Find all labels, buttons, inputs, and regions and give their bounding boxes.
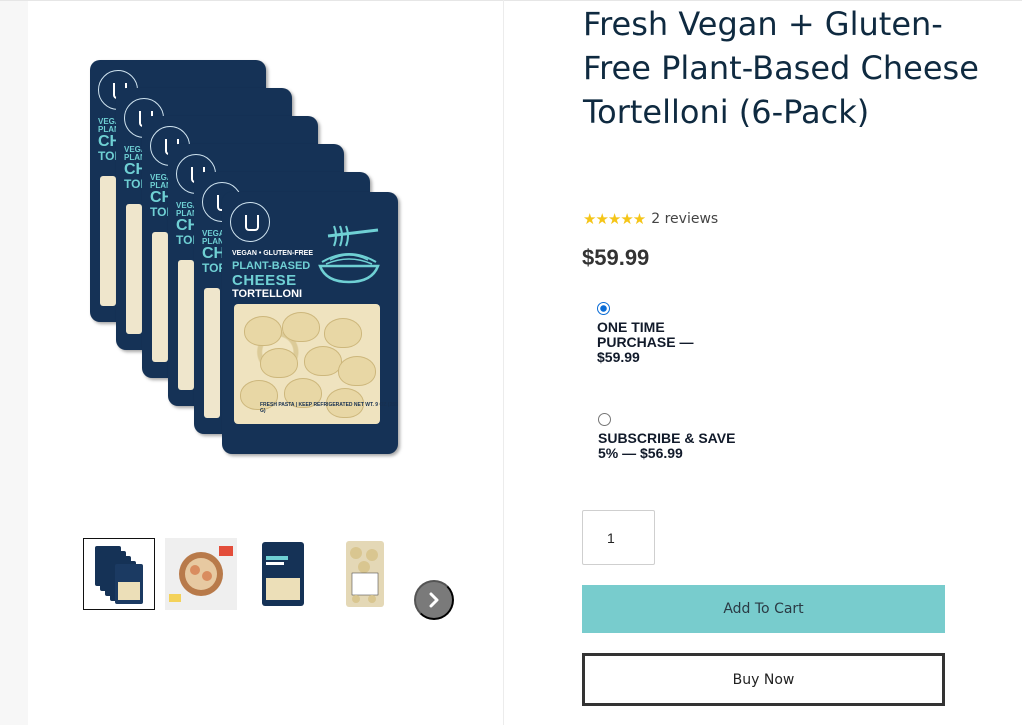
package-plant-based-line: PLANT-BASED <box>232 260 311 272</box>
add-to-cart-button[interactable]: Add To Cart <box>582 585 945 633</box>
one-time-purchase-option[interactable]: ONE TIME PURCHASE — $59.99 <box>597 302 747 365</box>
thumbnail-6-pack[interactable] <box>83 538 155 610</box>
package-window <box>100 176 116 306</box>
subscribe-save-radio[interactable] <box>598 413 611 426</box>
buy-now-button[interactable]: Buy Now <box>582 653 945 706</box>
six-pack-thumbnail-image <box>95 546 143 604</box>
nutrition-pack-thumbnail-image <box>346 541 384 607</box>
package-front: VEGAN • GLUTEN-FREE PLANT-BASED CHEESE T… <box>222 192 398 454</box>
quantity-input[interactable] <box>582 510 655 565</box>
star-rating-icon: ★★★★★ <box>583 211 646 228</box>
main-product-image[interactable]: VEGAN PLANT CHE TORT VEGAN PLAN CHE TOR VEGAN P… <box>70 40 420 480</box>
package-window <box>204 288 220 418</box>
review-count-link[interactable]: 2 reviews <box>651 211 718 227</box>
brand-seal-icon <box>230 202 270 242</box>
thumbnail-nutrition-pack[interactable] <box>329 538 401 610</box>
pasta-bowl-icon <box>318 225 380 284</box>
top-border <box>0 0 1022 1</box>
one-time-purchase-label: ONE TIME PURCHASE — $59.99 <box>597 319 694 365</box>
thumbnail-bowl[interactable] <box>165 538 237 610</box>
column-divider <box>503 0 504 725</box>
package-window <box>152 232 168 362</box>
package-window <box>126 204 142 334</box>
package-tortelloni-line: TORTELLONI <box>232 288 303 300</box>
one-time-purchase-price: $59.99 <box>597 349 640 365</box>
package-vegan-line: VEGAN • GLUTEN-FREE <box>232 250 314 257</box>
package-window <box>178 260 194 390</box>
single-pack-thumbnail-image <box>262 542 304 606</box>
subscribe-save-label: SUBSCRIBE & SAVE 5% — $56.99 <box>598 430 736 461</box>
package-net-weight: FRESH PASTA | KEEP REFRIGERATED NET WT. … <box>260 402 398 414</box>
thumbnail-single-pack[interactable] <box>247 538 319 610</box>
bowl-thumbnail-image <box>165 538 237 610</box>
package-cheese-line: CHEESE <box>232 272 297 289</box>
gallery-next-button[interactable] <box>414 580 454 620</box>
product-rating[interactable]: ★★★★★ 2 reviews <box>583 210 718 228</box>
product-price: $59.99 <box>582 245 650 270</box>
subscribe-save-option[interactable]: SUBSCRIBE & SAVE 5% — $56.99 <box>598 413 748 461</box>
subscribe-save-price: $56.99 <box>640 445 683 461</box>
page-gutter <box>0 0 28 725</box>
product-title: Fresh Vegan + Gluten-Free Plant-Based Ch… <box>583 5 979 131</box>
one-time-purchase-radio[interactable] <box>597 302 610 315</box>
chevron-right-icon <box>429 592 439 608</box>
